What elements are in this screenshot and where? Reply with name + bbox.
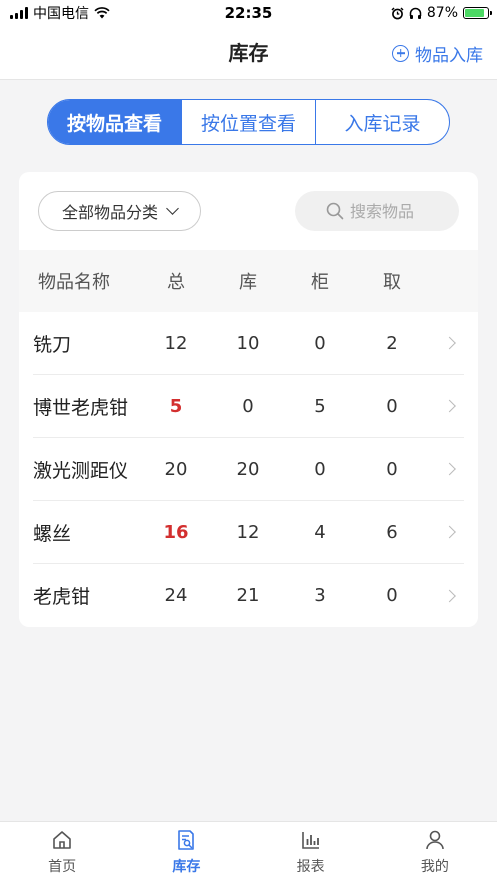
tab-inventory-label: 库存 bbox=[172, 859, 201, 875]
item-name: 博世老虎钳 bbox=[33, 396, 129, 419]
status-left: 中国电信 bbox=[10, 3, 110, 23]
inventory-list: 铣刀 12 10 0 2 博世老虎钳 5 0 5 0 激光测距仪 20 20 0… bbox=[19, 312, 478, 627]
alarm-icon bbox=[391, 6, 404, 19]
header-cabinet: 柜 bbox=[311, 272, 329, 293]
user-icon bbox=[426, 830, 444, 850]
item-stock: 10 bbox=[236, 332, 260, 354]
item-cabinet: 3 bbox=[314, 585, 326, 606]
tab-reports-label: 报表 bbox=[296, 859, 325, 875]
item-cabinet: 0 bbox=[314, 458, 326, 480]
battery-percent: 87% bbox=[426, 5, 458, 21]
tab-inbound-records[interactable]: 入库记录 bbox=[316, 100, 449, 144]
category-label: 全部物品分类 bbox=[61, 203, 158, 222]
item-stock: 21 bbox=[236, 585, 260, 606]
tab-home[interactable]: 首页 bbox=[0, 822, 124, 883]
wifi-icon bbox=[94, 7, 110, 19]
item-stock: 12 bbox=[236, 521, 260, 543]
tab-inventory[interactable]: 库存 bbox=[124, 822, 248, 883]
item-stock: 0 bbox=[242, 395, 254, 417]
item-name: 激光测距仪 bbox=[33, 459, 129, 482]
tab-by-item[interactable]: 按物品查看 bbox=[48, 100, 182, 144]
chevron-right-icon bbox=[443, 589, 456, 602]
headphones-icon bbox=[409, 7, 422, 19]
plus-circle-icon bbox=[392, 44, 409, 62]
table-header: 物品名称 总 库 柜 取 bbox=[19, 250, 478, 312]
inventory-card: 全部物品分类 物品名称 总 库 柜 取 铣刀 12 10 0 2 博世老虎钳 5 bbox=[19, 172, 478, 627]
inventory-icon bbox=[178, 830, 195, 850]
tab-profile[interactable]: 我的 bbox=[373, 822, 497, 883]
item-taken: 0 bbox=[386, 458, 398, 480]
item-total: 20 bbox=[164, 458, 188, 480]
header-stock: 库 bbox=[239, 272, 257, 293]
search-icon bbox=[326, 202, 344, 220]
item-taken: 0 bbox=[386, 585, 398, 606]
add-inventory-button[interactable]: 物品入库 bbox=[392, 26, 483, 80]
item-total: 16 bbox=[163, 521, 189, 543]
tab-by-location[interactable]: 按位置查看 bbox=[182, 100, 316, 144]
item-taken: 2 bbox=[386, 332, 398, 354]
table-row[interactable]: 老虎钳 24 21 3 0 bbox=[33, 564, 464, 627]
tab-home-label: 首页 bbox=[48, 859, 77, 875]
add-inventory-label: 物品入库 bbox=[415, 45, 483, 66]
table-row[interactable]: 博世老虎钳 5 0 5 0 bbox=[33, 375, 464, 438]
search-input[interactable] bbox=[350, 201, 428, 221]
chevron-right-icon bbox=[443, 525, 456, 539]
chevron-down-icon bbox=[166, 202, 179, 215]
table-row[interactable]: 激光测距仪 20 20 0 0 bbox=[33, 438, 464, 501]
item-taken: 6 bbox=[386, 521, 398, 543]
tab-profile-label: 我的 bbox=[420, 859, 449, 875]
header-total: 总 bbox=[167, 272, 185, 293]
chart-icon bbox=[301, 832, 319, 849]
view-mode-segment: 按物品查看 按位置查看 入库记录 bbox=[47, 99, 450, 145]
nav-bar: 库存 物品入库 bbox=[0, 26, 497, 80]
category-dropdown[interactable]: 全部物品分类 bbox=[38, 191, 201, 231]
battery-icon bbox=[463, 7, 492, 19]
item-name: 螺丝 bbox=[33, 522, 72, 545]
status-bar: 中国电信 22:35 87% bbox=[0, 0, 497, 26]
item-cabinet: 4 bbox=[314, 521, 326, 543]
item-cabinet: 5 bbox=[314, 395, 326, 417]
table-row[interactable]: 螺丝 16 12 4 6 bbox=[33, 501, 464, 564]
tab-bar: 首页 库存 报表 我的 bbox=[0, 821, 497, 883]
filter-row: 全部物品分类 bbox=[19, 172, 478, 250]
item-name: 铣刀 bbox=[33, 333, 72, 356]
chevron-right-icon bbox=[443, 336, 456, 350]
item-name: 老虎钳 bbox=[33, 586, 91, 608]
search-box[interactable] bbox=[295, 191, 459, 231]
item-total: 5 bbox=[169, 395, 183, 417]
item-total: 24 bbox=[164, 585, 188, 606]
tab-reports[interactable]: 报表 bbox=[249, 822, 373, 883]
chevron-right-icon bbox=[443, 399, 456, 413]
chevron-right-icon bbox=[443, 462, 456, 476]
item-cabinet: 0 bbox=[314, 332, 326, 354]
item-stock: 20 bbox=[236, 458, 260, 480]
home-icon bbox=[53, 831, 71, 849]
item-taken: 0 bbox=[386, 395, 398, 417]
item-total: 12 bbox=[164, 332, 188, 354]
status-right: 87% bbox=[391, 5, 492, 21]
header-taken: 取 bbox=[383, 272, 401, 293]
header-name: 物品名称 bbox=[38, 272, 110, 293]
table-row[interactable]: 铣刀 12 10 0 2 bbox=[33, 312, 464, 375]
signal-icon bbox=[10, 7, 28, 19]
carrier-label: 中国电信 bbox=[33, 6, 89, 22]
battery-fill bbox=[465, 9, 485, 17]
